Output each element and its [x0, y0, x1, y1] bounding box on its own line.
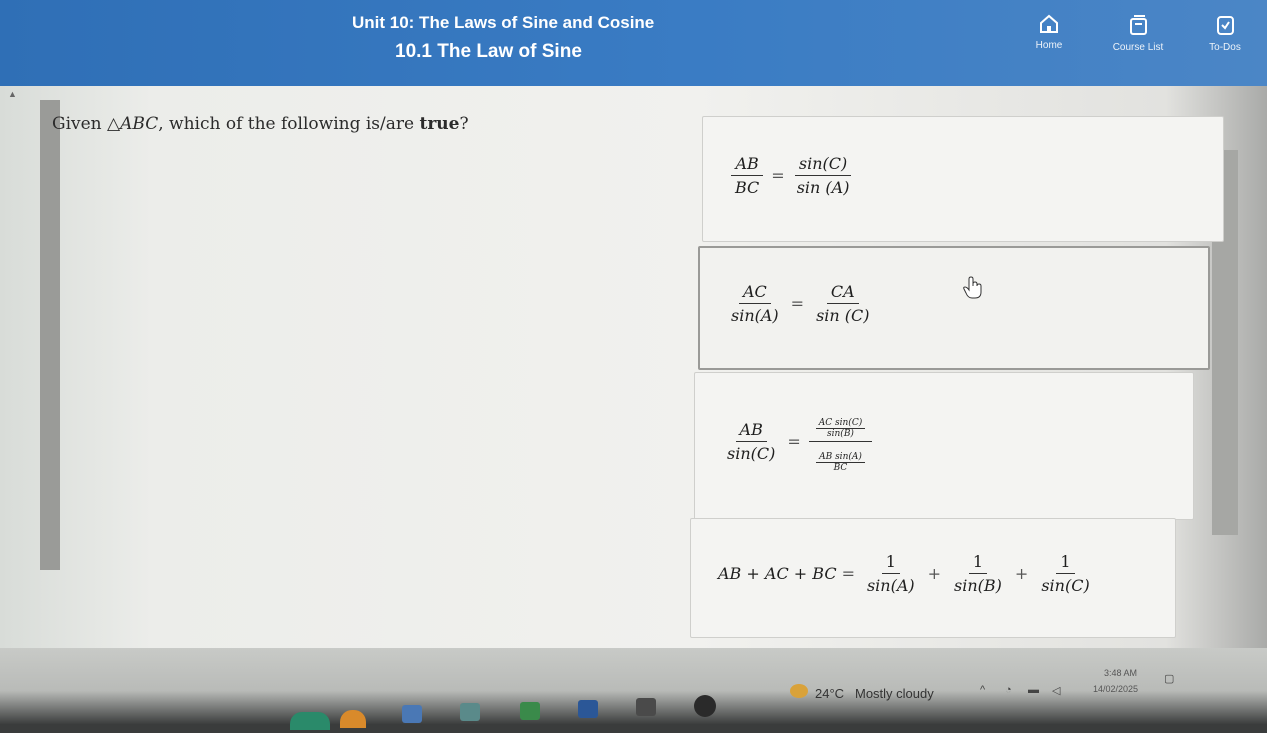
- option-2-lhs-num: AC: [738, 282, 771, 304]
- nav-course-list-button[interactable]: Course List: [1103, 14, 1173, 53]
- volume-icon[interactable]: ◁: [1052, 684, 1060, 697]
- nav-course-list-label: Course List: [1112, 42, 1164, 53]
- excel-icon[interactable]: [520, 702, 540, 720]
- firefox-icon[interactable]: [340, 710, 366, 728]
- course-list-icon: [1130, 15, 1147, 35]
- option-1-rhs-den: sin (A): [796, 178, 850, 197]
- option-3-lhs-den: sin(C): [727, 444, 776, 463]
- option-4-t2-den: sin(B): [954, 576, 1002, 595]
- option-4-t1-num: 1: [881, 552, 900, 574]
- option-4-t2-num: 1: [968, 552, 988, 574]
- plus-sign: +: [927, 564, 942, 583]
- option-3-rhs-top: AC sin(C) sin(B): [808, 410, 873, 442]
- option-3-rhs-bot-num: AB sin(A): [816, 452, 865, 463]
- lesson-title: 10.1 The Law of Sine: [395, 41, 582, 62]
- option-4-lhs: AB + AC + BC: [718, 564, 837, 583]
- os-taskbar: [0, 648, 1267, 733]
- photos-icon[interactable]: [460, 703, 480, 721]
- option-2-rhs-den: sin (C): [816, 306, 870, 325]
- option-1-lhs-den: BC: [735, 178, 760, 197]
- option-1-rhs: sin(C) sin (A): [793, 154, 854, 197]
- option-2-lhs-den: sin(A): [731, 306, 779, 325]
- nav-todos-label: To-Dos: [1209, 42, 1241, 53]
- home-icon: [1040, 14, 1058, 33]
- weather-temperature[interactable]: 24°C: [815, 686, 844, 701]
- option-2-expression: AC sin(A) = CA sin (C): [724, 282, 877, 325]
- option-4-expression: AB + AC + BC = 1 sin(A) + 1 sin(B) + 1 s…: [718, 552, 1097, 595]
- option-3-rhs-bottom: AB sin(A) BC: [809, 442, 872, 473]
- weather-description[interactable]: Mostly cloudy: [855, 686, 934, 701]
- option-4-t1-den: sin(A): [866, 576, 915, 595]
- option-1-rhs-num: sin(C): [794, 154, 852, 176]
- file-explorer-icon[interactable]: [402, 705, 422, 723]
- word-icon[interactable]: [578, 700, 598, 718]
- option-2-rhs: CA sin (C): [812, 282, 873, 325]
- nav-todos-button[interactable]: To-Dos: [1190, 14, 1260, 53]
- clock-date[interactable]: 14/02/2025: [1093, 684, 1138, 694]
- option-3-rhs-bot-den: BC: [833, 463, 848, 473]
- option-4-term-2: 1 sin(B): [950, 552, 1006, 595]
- clock-time[interactable]: 3:48 AM: [1104, 668, 1137, 678]
- option-3-lhs-num: AB: [735, 420, 767, 442]
- unit-title: Unit 10: The Laws of Sine and Cosine: [352, 13, 655, 32]
- question-text: Given △ABC, which of the following is/ar…: [52, 114, 469, 134]
- option-1-lhs: AB BC: [731, 154, 763, 197]
- chevron-up-icon[interactable]: ^: [980, 684, 985, 696]
- app-icon[interactable]: [636, 698, 656, 716]
- app-header: Unit 10: The Laws of Sine and Cosine 10.…: [0, 0, 1267, 86]
- option-3-lhs: AB sin(C): [723, 420, 779, 463]
- option-4-term-3: 1 sin(C): [1037, 552, 1093, 595]
- option-3-rhs-top-num: AC sin(C): [815, 418, 866, 429]
- edge-icon[interactable]: [290, 712, 330, 730]
- question-triangle: △ABC: [107, 114, 159, 134]
- option-4-t3-num: 1: [1056, 552, 1075, 574]
- equals-sign: =: [787, 432, 801, 451]
- option-2-lhs: AC sin(A): [727, 282, 783, 325]
- todos-icon: [1217, 16, 1234, 35]
- network-icon[interactable]: ◔: [1005, 684, 1012, 696]
- option-1-expression: AB BC = sin(C) sin (A): [728, 154, 856, 197]
- plus-sign: +: [1014, 564, 1029, 583]
- weather-icon[interactable]: [790, 684, 808, 698]
- option-3-expression: AB sin(C) = AC sin(C) sin(B) AB sin(A) B…: [720, 410, 875, 473]
- equals-sign: =: [771, 166, 785, 185]
- option-3-rhs: AC sin(C) sin(B) AB sin(A) BC: [808, 410, 873, 473]
- option-2-rhs-num: CA: [826, 282, 859, 304]
- equals-sign: =: [841, 564, 855, 583]
- chrome-icon[interactable]: [694, 695, 716, 717]
- question-emphasis: true: [419, 114, 460, 134]
- nav-home-label: Home: [1035, 40, 1063, 51]
- battery-icon[interactable]: ▬: [1028, 684, 1039, 696]
- option-1-lhs-num: AB: [731, 154, 763, 176]
- nav-home-button[interactable]: Home: [1014, 14, 1084, 51]
- notification-icon[interactable]: ▢: [1164, 672, 1174, 685]
- option-3-rhs-top-den: sin(B): [827, 429, 854, 439]
- option-4-t3-den: sin(C): [1041, 576, 1090, 595]
- option-3-rhs-bot-frac: AB sin(A) BC: [816, 452, 865, 473]
- option-4-term-1: 1 sin(A): [863, 552, 919, 595]
- option-3-rhs-top-frac: AC sin(C) sin(B): [815, 418, 866, 439]
- scroll-up-icon[interactable]: ▲: [8, 89, 17, 99]
- question-suffix: ?: [459, 114, 469, 134]
- question-prefix: Given: [52, 114, 108, 134]
- question-middle: , which of the following is/are: [158, 114, 420, 134]
- hand-cursor-icon: [963, 276, 982, 299]
- left-scrollbar[interactable]: [40, 100, 60, 570]
- equals-sign: =: [790, 294, 805, 313]
